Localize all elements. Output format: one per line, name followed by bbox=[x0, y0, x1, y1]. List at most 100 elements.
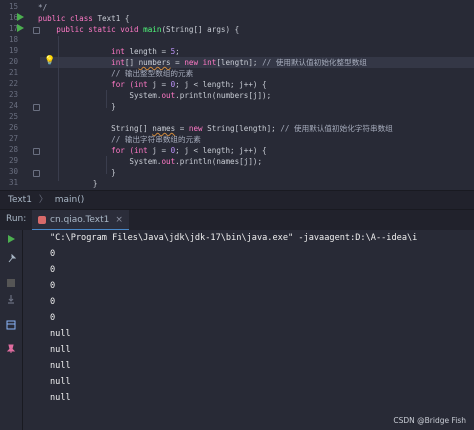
field: out bbox=[161, 157, 176, 166]
code-line-16: public class Text1 { bbox=[38, 13, 129, 24]
brace: } bbox=[38, 168, 116, 177]
code-line-26: // 输出字符串数组的元素 bbox=[38, 134, 201, 145]
exit-icon[interactable] bbox=[6, 294, 16, 304]
line-number: 27 bbox=[8, 134, 18, 143]
line-number: 23 bbox=[8, 90, 18, 99]
line-number: 16 bbox=[8, 13, 18, 22]
console-line: 0 bbox=[50, 313, 56, 323]
wrench-icon[interactable] bbox=[6, 254, 16, 264]
code-line-15: */ bbox=[38, 2, 47, 13]
field: out bbox=[161, 91, 176, 100]
expr: String[length]; bbox=[207, 124, 281, 133]
comment: // 使用默认值初始化字符串数组 bbox=[280, 124, 393, 133]
assign: = bbox=[170, 58, 185, 67]
line-number: 18 bbox=[8, 35, 18, 44]
console-line: null bbox=[50, 393, 71, 403]
run-main-icon[interactable] bbox=[17, 24, 24, 32]
code-line-29: } bbox=[38, 167, 116, 178]
keyword: new int bbox=[184, 58, 217, 67]
console-line: null bbox=[50, 361, 71, 371]
method-name: main bbox=[143, 25, 162, 34]
console-output[interactable]: "C:\Program Files\Java\jdk\jdk-17\bin\ja… bbox=[23, 230, 474, 430]
console-line: 0 bbox=[50, 249, 56, 259]
comment: // 使用默认值初始化整型数组 bbox=[262, 58, 367, 67]
line-number: 28 bbox=[8, 145, 18, 154]
line-number: 29 bbox=[8, 156, 18, 165]
code-line-30: } bbox=[38, 178, 98, 189]
brace: { bbox=[120, 14, 130, 23]
brace: } bbox=[38, 102, 116, 111]
brace: } bbox=[38, 179, 98, 188]
line-number: 22 bbox=[8, 79, 18, 88]
code-line-27: for (int j = 0; j < length; j++) { bbox=[38, 145, 267, 156]
line-number: 20 bbox=[8, 57, 18, 66]
stop-icon[interactable] bbox=[6, 278, 16, 288]
line-number: 21 bbox=[8, 68, 18, 77]
console-command-line: "C:\Program Files\Java\jdk\jdk-17\bin\ja… bbox=[50, 233, 418, 243]
console-line: null bbox=[50, 377, 71, 387]
code-line-17: public static void main(String[] args) { bbox=[38, 24, 239, 35]
line-number: 25 bbox=[8, 112, 18, 121]
line-number: 26 bbox=[8, 123, 18, 132]
class-ref: System. bbox=[38, 91, 162, 100]
comment: */ bbox=[38, 3, 48, 12]
breadcrumb-method[interactable]: main() bbox=[55, 195, 85, 205]
assign: = bbox=[175, 124, 189, 133]
expr: ; j < length; j++) { bbox=[175, 146, 267, 155]
expr: [lengtn]; bbox=[216, 58, 263, 67]
console-line: null bbox=[50, 345, 71, 355]
line-number: 24 bbox=[8, 101, 18, 110]
rerun-icon[interactable] bbox=[6, 234, 16, 244]
code-line-20: int[] numbers = new int[lengtn]; // 使用默认… bbox=[38, 57, 367, 68]
keyword: int bbox=[38, 58, 125, 67]
run-tab-label: cn.qiao.Text1 bbox=[50, 214, 110, 225]
names-var: names bbox=[152, 124, 176, 133]
type: String[] bbox=[38, 124, 153, 133]
code-line-24: } bbox=[38, 101, 116, 112]
call: .println(numbers[j]); bbox=[175, 91, 272, 100]
console-line: 0 bbox=[50, 297, 56, 307]
class-ref: System. bbox=[38, 157, 162, 166]
breadcrumb-class[interactable]: Text1 bbox=[8, 195, 32, 205]
brackets: [] bbox=[124, 58, 139, 67]
params: (String[] args) { bbox=[161, 25, 240, 34]
layout-icon[interactable] bbox=[6, 320, 16, 330]
breadcrumb: Text1 〉 main() bbox=[0, 190, 474, 209]
line-number: 17 bbox=[8, 24, 18, 33]
var: j = bbox=[152, 80, 171, 89]
keyword: for bbox=[38, 80, 130, 89]
code-line-28: System.out.println(names[j]); bbox=[38, 156, 262, 167]
line-number: 30 bbox=[8, 167, 18, 176]
class-name: Text1 bbox=[97, 14, 121, 23]
keyword: int bbox=[38, 47, 130, 56]
console-line: 0 bbox=[50, 265, 56, 275]
expr: ; j < length; j++) { bbox=[175, 80, 267, 89]
run-label: Run: bbox=[6, 214, 27, 224]
keyword: for bbox=[38, 146, 130, 155]
line-number: 31 bbox=[8, 178, 18, 187]
numbers-var: numbers bbox=[138, 58, 171, 67]
code-line-21: // 输出整型数组的元素 bbox=[38, 68, 193, 79]
comment: // 输出整型数组的元素 bbox=[38, 69, 194, 78]
line-number: 19 bbox=[8, 46, 18, 55]
code-editor[interactable]: 15 16 17 18 19 20 21 22 23 24 25 26 27 2… bbox=[0, 0, 474, 190]
keyword: (int bbox=[129, 80, 153, 89]
var: j = bbox=[152, 146, 171, 155]
keyword: new bbox=[188, 124, 208, 133]
keyword: public static void bbox=[38, 25, 144, 34]
pin-icon[interactable] bbox=[6, 344, 16, 354]
keyword: (int bbox=[129, 146, 153, 155]
run-toolbar bbox=[0, 230, 38, 430]
app-config-icon bbox=[38, 215, 46, 224]
run-tab[interactable]: cn.qiao.Text1 × bbox=[32, 210, 129, 231]
breadcrumb-separator: 〉 bbox=[38, 195, 48, 205]
line-number: 15 bbox=[8, 2, 18, 11]
watermark: CSDN @Bridge Fish bbox=[393, 416, 466, 425]
close-tab-icon[interactable]: × bbox=[115, 215, 123, 225]
code-line-25: String[] names = new String[length]; // … bbox=[38, 123, 393, 134]
keyword: public class bbox=[38, 14, 98, 23]
console-line: 0 bbox=[50, 281, 56, 291]
run-class-icon[interactable] bbox=[17, 13, 24, 21]
code-line-23: System.out.println(numbers[j]); bbox=[38, 90, 271, 101]
code-line-22: for (int j = 0; j < length; j++) { bbox=[38, 79, 267, 90]
